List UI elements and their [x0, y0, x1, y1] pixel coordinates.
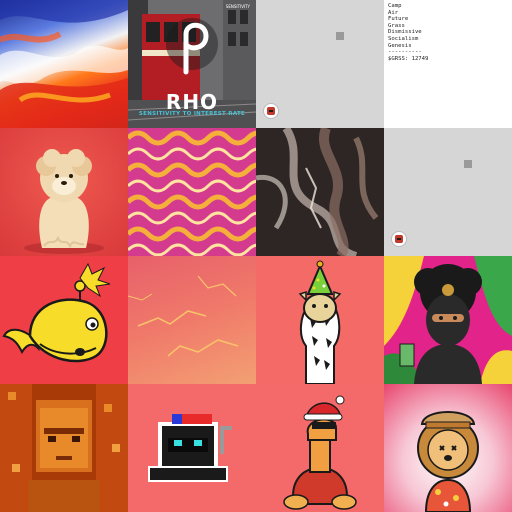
abstract-art-image	[0, 0, 128, 128]
lion-cartoon-tile[interactable]	[384, 384, 512, 512]
cartoon-whale-image	[2, 262, 111, 363]
cracked-gradient-tile[interactable]	[128, 256, 256, 384]
list-item: Future	[388, 16, 409, 23]
rho-brand-label: SENSITIVITY	[225, 4, 250, 9]
giraffe-party-hat-tile[interactable]	[256, 256, 384, 384]
cracked-gradient-image	[128, 275, 239, 357]
pixel-portrait-tile[interactable]	[0, 384, 128, 512]
creator-avatar-icon[interactable]	[264, 104, 278, 118]
abstract-art-tile[interactable]	[0, 0, 128, 128]
dark-organic-image	[256, 128, 384, 256]
image-placeholder-icon	[336, 32, 344, 40]
creator-avatar-icon[interactable]	[392, 232, 406, 246]
pixel-robot-tile[interactable]	[128, 384, 256, 512]
giraffe-party-hat-image	[298, 260, 342, 384]
pixel-portrait-image	[0, 384, 128, 512]
placeholder-tile-1[interactable]	[256, 0, 384, 128]
list-item: Grass	[388, 22, 405, 29]
list-item: Dismissive	[388, 29, 422, 36]
pixel-robot-image	[148, 414, 232, 482]
list-item: Air	[388, 9, 399, 16]
rho-subtitle: SENSITIVITY TO INTEREST RATE	[138, 111, 246, 117]
dark-organic-art-tile[interactable]	[256, 128, 384, 256]
cartoon-whale-tile[interactable]	[0, 256, 128, 384]
list-total: $GRSS: 12749	[388, 55, 429, 62]
list-item: Socialism	[388, 35, 419, 42]
nft-gallery-grid: SENSITIVITY RHO SENSITIVITY TO INTEREST …	[0, 0, 512, 512]
shiba-figure-tile[interactable]	[0, 128, 128, 256]
placeholder-tile-2[interactable]	[384, 128, 512, 256]
list-item: Camp	[388, 3, 402, 9]
rho-artwork-tile[interactable]: SENSITIVITY RHO SENSITIVITY TO INTEREST …	[128, 0, 256, 128]
wave-pattern-image	[128, 130, 256, 256]
image-placeholder-icon	[464, 160, 472, 168]
shiba-figure-image	[24, 149, 104, 254]
santa-gator-image	[283, 395, 357, 510]
lion-cartoon-image	[417, 411, 479, 512]
list-item: Genesis	[388, 42, 412, 49]
wave-pattern-tile[interactable]	[128, 128, 256, 256]
masked-figure-tile[interactable]	[384, 256, 512, 384]
masked-figure-image	[384, 256, 512, 384]
list-divider: ----------	[388, 49, 422, 56]
text-list-tile[interactable]: Camp Air Future Grass Dismissive Sociali…	[384, 0, 512, 128]
santa-gator-tile[interactable]	[256, 384, 384, 512]
